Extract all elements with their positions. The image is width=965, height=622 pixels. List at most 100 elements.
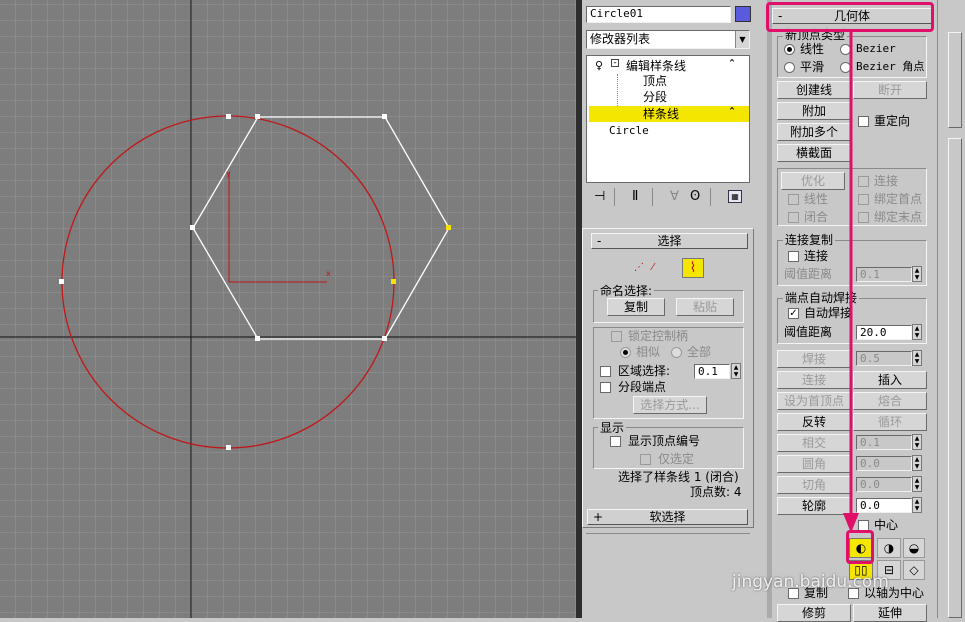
segment-end-checkbox[interactable] xyxy=(600,382,611,393)
viewport[interactable]: y x xyxy=(0,0,576,618)
closed-checkbox[interactable] xyxy=(788,212,799,223)
bezier-corner-label: Bezier 角点 xyxy=(856,60,925,73)
linear-option-label: 线性 xyxy=(804,192,829,206)
threshold2-spinner[interactable]: ▲ ▼ xyxy=(912,324,922,340)
vertex-mode-icon[interactable]: ⋰ xyxy=(634,262,645,273)
fuse-button[interactable]: 熔合 xyxy=(853,392,927,410)
threshold-spinner[interactable]: ▲ ▼ xyxy=(912,266,922,282)
soft-selection-rollout-header[interactable]: + 软选择 xyxy=(587,509,748,525)
modifier-list-dropdown[interactable]: 修改器列表 ▼ xyxy=(586,30,750,49)
command-panel-scroll-area xyxy=(937,0,965,618)
segment-mode-icon[interactable]: ⁄ xyxy=(652,262,654,273)
subtraction-icon[interactable]: ◑ xyxy=(877,538,901,558)
remove-modifier-icon[interactable]: ʘ xyxy=(690,189,700,204)
auto-weld-checkbox[interactable]: ✓ xyxy=(788,308,799,319)
stack-item-label: 编辑样条线 xyxy=(626,59,687,73)
intersection-icon[interactable]: ◒ xyxy=(903,538,925,558)
fillet-spinner[interactable]: ▲ ▼ xyxy=(912,455,922,471)
copy-selection-button[interactable]: 复制 xyxy=(607,298,665,316)
all-label: 全部 xyxy=(687,345,712,359)
circle-spline xyxy=(61,115,395,449)
object-name-field[interactable]: Circle01 xyxy=(586,6,731,23)
closed-label: 闭合 xyxy=(804,210,829,224)
fillet-field[interactable]: 0.0 xyxy=(856,456,912,471)
chevron-down-icon[interactable]: ▼ xyxy=(735,31,749,48)
stack-item-circle[interactable]: Circle xyxy=(609,124,649,138)
trim-button[interactable]: 修剪 xyxy=(777,604,851,622)
area-select-label: 区域选择: xyxy=(618,364,671,378)
spline-mode-icon[interactable]: ⌇ xyxy=(682,258,704,278)
stack-item-vertex[interactable]: 顶点 xyxy=(643,74,667,88)
threshold2-label: 阈值距离 xyxy=(784,325,833,339)
insert-button[interactable]: 插入 xyxy=(853,371,927,389)
chamfer-field[interactable]: 0.0 xyxy=(856,477,912,492)
connect-label: 连接 xyxy=(874,174,899,188)
area-select-checkbox[interactable] xyxy=(600,366,611,377)
bind-first-label: 绑定首点 xyxy=(874,192,923,206)
named-selection-label: 命名选择: xyxy=(598,284,655,298)
weld-spinner[interactable]: ▲ ▼ xyxy=(912,350,922,366)
center-label: 中心 xyxy=(874,518,899,532)
cycle-button[interactable]: 循环 xyxy=(853,413,927,431)
stack-item-segment[interactable]: 分段 xyxy=(643,90,667,104)
show-vertex-numbers-checkbox[interactable] xyxy=(610,436,621,447)
linear-label: 线性 xyxy=(800,42,825,56)
sub-object-icons: ⋰ ⁄ xyxy=(634,258,686,278)
rollout-toggle: + xyxy=(593,510,604,524)
show-vertex-numbers-label: 显示顶点编号 xyxy=(628,434,701,448)
smooth-label: 平滑 xyxy=(800,60,825,74)
modifier-stack[interactable]: ♀ - 编辑样条线 ˆ 顶点 分段 样条线 ˆ Circle xyxy=(586,55,750,183)
vertex-count-text: 顶点数: 4 xyxy=(690,485,742,499)
intersect-spinner[interactable]: ▲ ▼ xyxy=(912,434,922,450)
smooth-radio[interactable] xyxy=(784,62,795,73)
modify-panel: Circle01 修改器列表 ▼ ♀ - 编辑样条线 ˆ 顶点 分段 样条线 ˆ… xyxy=(582,0,767,618)
select-by-button[interactable]: 选择方式... xyxy=(633,396,707,414)
vertex-markers xyxy=(59,114,387,450)
refine-button[interactable]: 优化 xyxy=(781,172,845,190)
connect-copy-checkbox[interactable] xyxy=(788,251,799,262)
configure-sets-icon[interactable]: ▦ xyxy=(728,190,742,203)
stack-item-spline-selected[interactable]: 样条线 ˆ xyxy=(589,106,749,122)
linear-radio[interactable] xyxy=(784,44,795,55)
area-select-spinner[interactable]: ▲ ▼ xyxy=(731,363,741,379)
chamfer-spinner[interactable]: ▲ ▼ xyxy=(912,476,922,492)
area-select-value[interactable]: 0.1 xyxy=(694,364,730,379)
outline-spinner[interactable]: ▲ ▼ xyxy=(912,497,922,513)
paste-selection-button[interactable]: 粘贴 xyxy=(676,298,734,316)
lock-handles-checkbox[interactable] xyxy=(611,331,622,342)
bind-last-label: 绑定末点 xyxy=(874,210,923,224)
object-color-swatch[interactable] xyxy=(735,6,751,22)
highlight-box-small xyxy=(846,530,874,564)
lock-handles-label: 锁定控制柄 xyxy=(628,329,689,343)
segment-end-label: 分段端点 xyxy=(618,380,667,394)
intersect-field[interactable]: 0.1 xyxy=(856,435,912,450)
linear-checkbox[interactable] xyxy=(788,194,799,205)
make-unique-icon[interactable]: ∀ xyxy=(670,189,679,204)
extend-button[interactable]: 延伸 xyxy=(853,604,927,622)
threshold2-field[interactable]: 20.0 xyxy=(856,325,912,340)
similar-radio[interactable] xyxy=(620,347,631,358)
checkmark-icon: ˆ xyxy=(729,106,735,120)
lightbulb-icon[interactable]: ♀ xyxy=(595,59,603,72)
selection-rollout-header[interactable]: - 选择 xyxy=(591,233,748,249)
all-radio[interactable] xyxy=(671,347,682,358)
viewport-canvas: y x xyxy=(0,0,576,618)
panel-scrollbar[interactable] xyxy=(948,32,962,128)
outline-field[interactable]: 0.0 xyxy=(856,498,912,513)
selected-only-label: 仅选定 xyxy=(658,452,695,466)
mirror-both-icon[interactable]: ◇ xyxy=(903,560,925,580)
bezier-label: Bezier xyxy=(856,42,896,55)
watermark: jingyan.baidu.com xyxy=(732,572,889,592)
display-label: 显示 xyxy=(598,421,627,435)
break-button[interactable]: 断开 xyxy=(853,81,927,99)
selected-only-checkbox[interactable] xyxy=(640,454,651,465)
stack-item-edit-spline[interactable]: ♀ - 编辑样条线 ˆ xyxy=(589,58,749,74)
rollout-toggle: - xyxy=(597,234,602,248)
collapse-icon[interactable]: - xyxy=(611,59,619,68)
pin-stack-icon[interactable]: ⊣ xyxy=(594,189,605,204)
threshold-field[interactable]: 0.1 xyxy=(856,267,912,282)
panel-scroll-track[interactable] xyxy=(948,138,962,618)
weld-field[interactable]: 0.5 xyxy=(856,351,912,366)
hexagon-spline xyxy=(192,116,450,340)
show-end-result-icon[interactable]: Ⅱ xyxy=(632,189,638,204)
